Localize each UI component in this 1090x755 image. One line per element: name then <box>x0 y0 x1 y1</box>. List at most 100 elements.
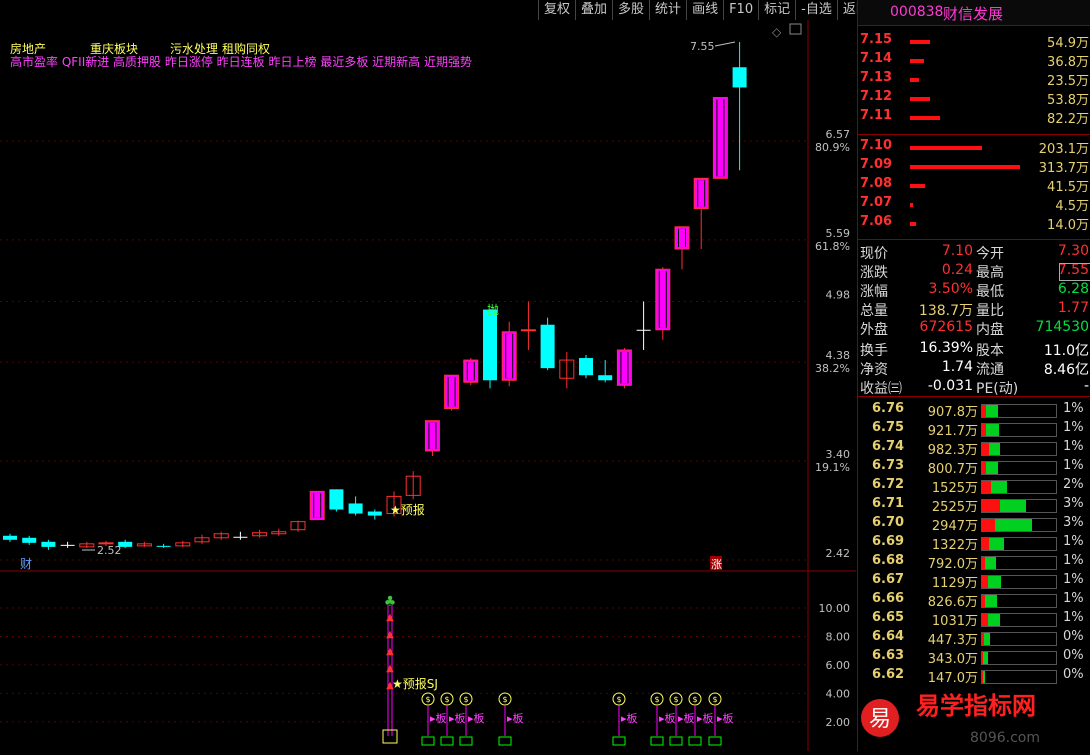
money-sign: $ <box>444 695 449 704</box>
candle-body <box>22 537 37 543</box>
high-highlight <box>1059 263 1090 281</box>
order-qty: 4.5万 <box>1055 199 1089 214</box>
price-tick: 2.42 <box>826 547 851 560</box>
ban-box <box>421 736 435 746</box>
profile-row: 6.70 2947万 3% <box>872 515 1084 534</box>
order-bar <box>910 97 930 101</box>
profile-row: 6.63 343.0万 0% <box>872 648 1084 667</box>
money-sign: $ <box>463 695 468 704</box>
window-icon <box>789 23 802 35</box>
concept-tag: 污水处理 <box>170 42 218 56</box>
order-bar <box>910 184 925 188</box>
high-label: 7.55 <box>690 40 715 53</box>
high-arrow <box>714 41 736 47</box>
money-bag-icon <box>382 729 398 744</box>
order-bar <box>910 78 919 82</box>
profile-row: 6.68 792.0万 1% <box>872 553 1084 572</box>
concept-tag: 房地产 <box>10 41 46 56</box>
candle-fill <box>506 333 513 379</box>
svg-text:易: 易 <box>869 707 891 732</box>
order-price: 7.11 <box>860 108 893 123</box>
profile-row: 6.75 921.7万 1% <box>872 420 1084 439</box>
forecast-signal: ★预报 <box>390 502 425 517</box>
ban-label: ▸板 <box>507 711 524 725</box>
svg-text:8096.com: 8096.com <box>970 730 1040 746</box>
stock-name: 财信发展 <box>943 5 1004 23</box>
ban-box <box>498 736 512 746</box>
ban-label: ▸板 <box>717 711 734 725</box>
stat-pe_l: PE(动) <box>976 381 1019 397</box>
ban-label: ▸板 <box>430 711 447 725</box>
candle-body <box>156 545 171 547</box>
money-sign: $ <box>654 695 659 704</box>
candle-fill <box>429 422 436 449</box>
order-qty: 36.8万 <box>1047 55 1089 70</box>
candle-body <box>41 541 56 547</box>
sub-tick: 2.00 <box>826 716 851 729</box>
order-row: 7.13 23.5万 <box>858 70 1090 89</box>
candle-body <box>329 489 344 510</box>
ban-label: ▸板 <box>678 711 695 725</box>
toolbar-button-6[interactable]: 标记 <box>758 0 795 20</box>
stat-pe: - <box>1083 378 1089 394</box>
order-row: 7.11 82.2万 <box>858 108 1090 127</box>
stat-zf: 3.50% <box>928 281 973 297</box>
order-row: 7.08 41.5万 <box>858 176 1090 195</box>
money-sign: $ <box>616 695 621 704</box>
order-price: 7.12 <box>860 89 893 104</box>
toolbar-button-7[interactable]: -自选 <box>795 0 837 20</box>
stat-np_l: 内盘 <box>976 322 1004 338</box>
price-tick: 6.57 <box>826 128 851 141</box>
toolbar-button-3[interactable]: 统计 <box>649 0 686 20</box>
toolbar-button-5[interactable]: F10 <box>723 0 758 20</box>
candle-fill <box>717 99 724 177</box>
candle-body <box>483 309 497 381</box>
money-sign: $ <box>425 695 430 704</box>
stat-zd_l: 涨跌 <box>860 265 888 281</box>
order-row: 7.10 203.1万 <box>858 138 1090 157</box>
stat-jz: 1.74 <box>941 359 973 375</box>
order-qty: 53.8万 <box>1047 93 1089 108</box>
order-bar <box>910 222 916 226</box>
stat-xj_l: 现价 <box>860 246 888 262</box>
sub-tick: 6.00 <box>826 659 851 672</box>
stock-code: 000838 <box>890 4 944 20</box>
profile-row: 6.74 982.3万 1% <box>872 439 1084 458</box>
order-row: 7.07 4.5万 <box>858 195 1090 214</box>
candle-fill <box>467 362 474 381</box>
up-arrow: ▲ <box>386 646 394 657</box>
concept-tag: 重庆板块 <box>90 42 138 56</box>
candle-fill <box>698 180 705 207</box>
stat-zl: 138.7万 <box>918 303 973 319</box>
profile-row: 6.64 447.3万 0% <box>872 629 1084 648</box>
stat-np: 714530 <box>1035 319 1089 335</box>
order-qty: 23.5万 <box>1047 74 1089 89</box>
ban-label: ▸板 <box>659 711 676 725</box>
candle-body <box>3 535 17 540</box>
toolbar-button-2[interactable]: 多股 <box>612 0 649 20</box>
toolbar-button-1[interactable]: 叠加 <box>575 0 612 20</box>
order-bar <box>910 116 940 120</box>
order-qty: 203.1万 <box>1038 142 1089 157</box>
money-sign: $ <box>673 695 678 704</box>
toolbar-button-0[interactable]: 复权 <box>538 0 575 20</box>
order-qty: 41.5万 <box>1047 180 1089 195</box>
pct-tick: 80.9% <box>815 141 850 154</box>
pct-tick: 61.8% <box>815 240 850 253</box>
ban-box <box>459 736 473 746</box>
ban-label: ▸板 <box>621 711 638 725</box>
order-qty: 54.9万 <box>1047 36 1089 51</box>
ban-box <box>612 736 626 746</box>
money-sign: $ <box>502 695 507 704</box>
toolbar: 复权 叠加 多股 统计 画线 F10 标记 -自选 返回 <box>538 0 874 20</box>
price-tick: 5.59 <box>826 227 851 240</box>
candle-body <box>579 358 593 376</box>
up-arrow: ▲ <box>386 663 394 674</box>
stat-wp: 672615 <box>919 319 973 335</box>
kline-chart[interactable]: 6.5780.9% 5.5961.8% 4.98 4.3838.2% 3.4019.1%… <box>0 20 856 751</box>
signal-icon: ♣ <box>384 594 397 610</box>
toolbar-button-4[interactable]: 画线 <box>686 0 723 20</box>
profile-row: 6.71 2525万 3% <box>872 496 1084 515</box>
candle-body <box>520 329 536 332</box>
order-row: 7.12 53.8万 <box>858 89 1090 108</box>
